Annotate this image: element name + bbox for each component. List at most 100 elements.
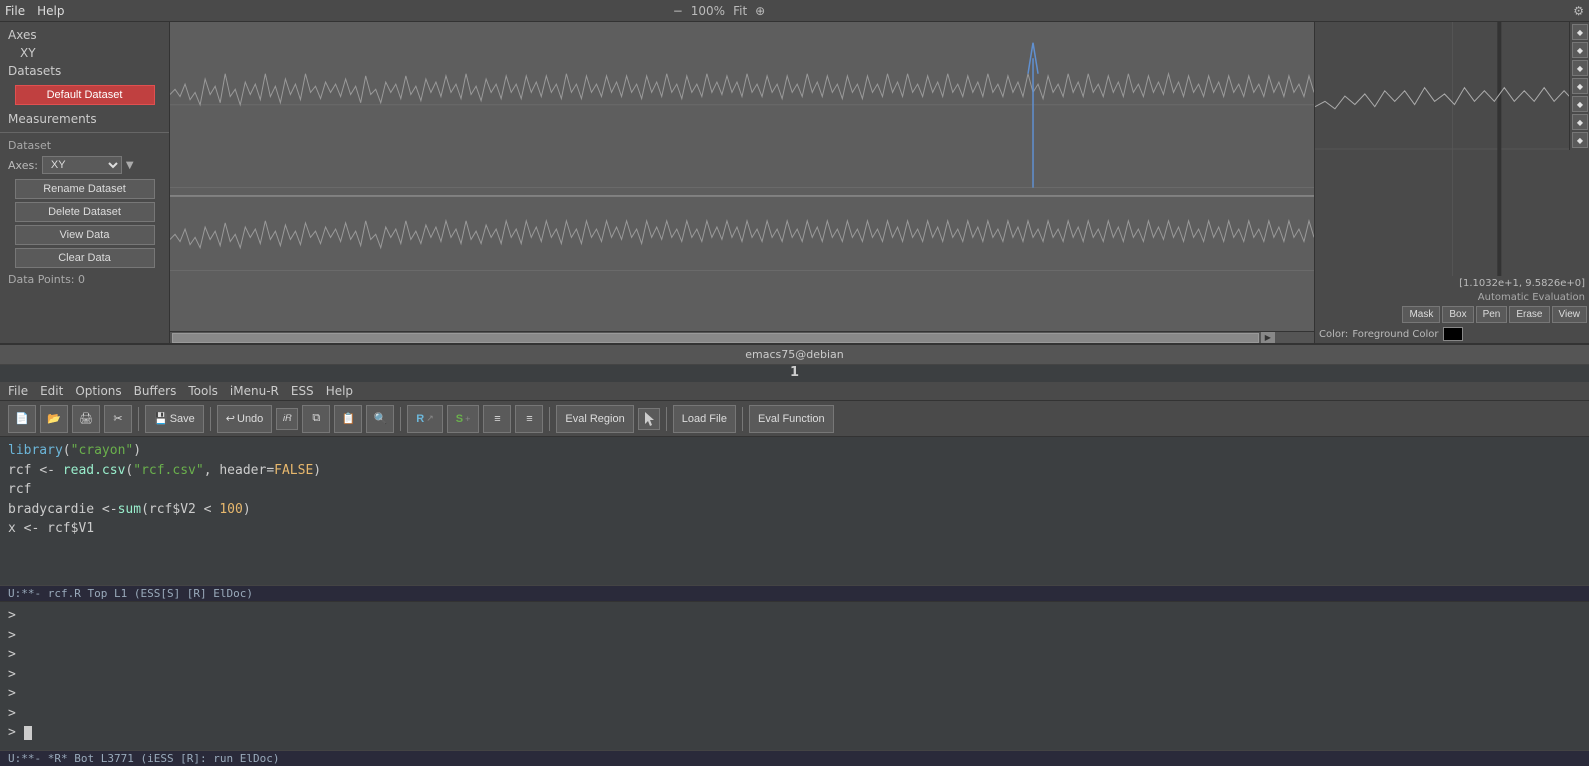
- tb-eval-region-btn[interactable]: Eval Region: [556, 405, 633, 433]
- right-btn-3[interactable]: ◆: [1572, 60, 1588, 76]
- tb-open-btn[interactable]: 📂: [40, 405, 68, 433]
- axes-select[interactable]: XY: [42, 156, 122, 174]
- emacs-editor[interactable]: library("crayon") rcf <- read.csv("rcf.c…: [0, 437, 1589, 585]
- console-prompt-6: >: [8, 704, 1581, 724]
- console-prompt-4: >: [8, 665, 1581, 685]
- save-icon: 💾: [154, 412, 168, 425]
- chart-svg: [170, 22, 1314, 343]
- emacs-toolbar: 📄 📂 🖨 ✂ 💾 Save ↩ Undo 𝑖𝑅 ⧉ 📋 🔍 R ↗ S + ≡…: [0, 401, 1589, 437]
- code-line-3: rcf: [8, 480, 1581, 500]
- tb-separator-1: [138, 407, 139, 431]
- right-btn-7[interactable]: ◆: [1572, 132, 1588, 148]
- emacs-menu-tools[interactable]: Tools: [188, 384, 218, 398]
- tb-paste-btn[interactable]: 📋: [334, 405, 362, 433]
- xy-label[interactable]: XY: [0, 44, 169, 62]
- tb-separator-3: [400, 407, 401, 431]
- zoom-fit[interactable]: Fit: [733, 4, 747, 18]
- chart-horizontal-scrollbar[interactable]: ▶: [170, 331, 1314, 343]
- emacs-menu-file[interactable]: File: [8, 384, 28, 398]
- console-last-prompt: >: [8, 723, 1581, 743]
- default-dataset-btn[interactable]: Default Dataset: [15, 85, 155, 105]
- clear-data-btn[interactable]: Clear Data: [15, 248, 155, 268]
- axes-row: Axes: XY ▼: [0, 154, 169, 176]
- right-btn-5[interactable]: ◆: [1572, 96, 1588, 112]
- tb-separator-4: [549, 407, 550, 431]
- measurements-label: Measurements: [0, 110, 169, 128]
- text-cursor: [24, 726, 32, 740]
- tb-cursor-icon: [638, 408, 660, 430]
- emacs-mode-line-bottom: U:**- *R* Bot L3771 (iESS [R]: run ElDoc…: [0, 750, 1589, 766]
- emacs-menu-edit[interactable]: Edit: [40, 384, 63, 398]
- emacs-title-bar: emacs75@debian: [0, 345, 1589, 365]
- rename-dataset-btn[interactable]: Rename Dataset: [15, 179, 155, 199]
- zoom-minus[interactable]: −: [673, 4, 683, 18]
- emacs-menu-ess[interactable]: ESS: [291, 384, 314, 398]
- tb-align2-btn[interactable]: ≡: [515, 405, 543, 433]
- console-prompt-3: >: [8, 645, 1581, 665]
- emacs-menu-help[interactable]: Help: [326, 384, 353, 398]
- tb-undo-btn[interactable]: ↩ Undo: [217, 405, 273, 433]
- zoom-level: 100%: [691, 4, 725, 18]
- settings-icon[interactable]: ⚙: [1573, 4, 1584, 18]
- r-icon: R: [416, 413, 424, 425]
- right-btn-1[interactable]: ◆: [1572, 24, 1588, 40]
- datasets-label: Datasets: [0, 62, 169, 80]
- annotation-label: Automatic Evaluation: [1315, 291, 1589, 304]
- console-prompt-5: >: [8, 684, 1581, 704]
- color-swatch[interactable]: [1443, 327, 1463, 341]
- box-btn[interactable]: Box: [1442, 306, 1473, 323]
- menu-file[interactable]: File: [5, 4, 25, 18]
- undo-icon: ↩: [226, 412, 235, 425]
- tb-cut-btn[interactable]: ✂: [104, 405, 132, 433]
- tb-separator-6: [742, 407, 743, 431]
- code-line-1: library("crayon"): [8, 441, 1581, 461]
- coords-display: [1.1032e+1, 9.5826e+0]: [1315, 276, 1589, 291]
- data-points-label: Data Points: 0: [0, 271, 169, 288]
- console-prompt-1: >: [8, 606, 1581, 626]
- tb-separator-2: [210, 407, 211, 431]
- tb-new-btn[interactable]: 📄: [8, 405, 36, 433]
- axes-dropdown-icon: ▼: [126, 160, 134, 171]
- emacs-menu-imenu-r[interactable]: iMenu-R: [230, 384, 279, 398]
- foreground-color-label: Foreground Color: [1352, 329, 1438, 340]
- left-panel: Axes XY Datasets Default Dataset Measure…: [0, 22, 170, 343]
- emacs-menu-buffers[interactable]: Buffers: [134, 384, 177, 398]
- tb-search-btn[interactable]: 🔍: [366, 405, 394, 433]
- tb-print-btn[interactable]: 🖨: [72, 405, 100, 433]
- pen-btn[interactable]: Pen: [1476, 306, 1508, 323]
- erase-btn[interactable]: Erase: [1509, 306, 1549, 323]
- code-line-5: x <- rcf$V1: [8, 519, 1581, 539]
- tb-load-file-btn[interactable]: Load File: [673, 405, 736, 433]
- emacs-mode-line-top: U:**- rcf.R Top L1 (ESS[S] [R] ElDoc): [0, 585, 1589, 602]
- emacs-console[interactable]: > > > > > > >: [0, 602, 1589, 750]
- tb-r-btn[interactable]: R ↗: [407, 405, 443, 433]
- right-btn-6[interactable]: ◆: [1572, 114, 1588, 130]
- right-chart-svg: [1315, 22, 1589, 276]
- tb-align-btn[interactable]: ≡: [483, 405, 511, 433]
- tb-copy-btn[interactable]: ⧉: [302, 405, 330, 433]
- emacs-title: emacs75@debian: [745, 348, 844, 361]
- view-data-btn[interactable]: View Data: [15, 225, 155, 245]
- right-mini-chart: ◆ ◆ ◆ ◆ ◆ ◆ ◆: [1315, 22, 1589, 276]
- color-row: Color: Foreground Color: [1315, 325, 1589, 343]
- axes-select-label: Axes:: [8, 159, 38, 172]
- right-btn-4[interactable]: ◆: [1572, 78, 1588, 94]
- mask-btn[interactable]: Mask: [1402, 306, 1440, 323]
- emacs-section: emacs75@debian 1 File Edit Options Buffe…: [0, 345, 1589, 766]
- tb-save-btn[interactable]: 💾 Save: [145, 405, 204, 433]
- menu-help[interactable]: Help: [37, 4, 64, 18]
- zoom-target-icon[interactable]: ⊕: [755, 4, 765, 18]
- scrollbar-thumb[interactable]: [172, 333, 1259, 343]
- delete-dataset-btn[interactable]: Delete Dataset: [15, 202, 155, 222]
- emacs-menu-options[interactable]: Options: [75, 384, 121, 398]
- tb-iess-btn[interactable]: 𝑖𝑅: [276, 408, 298, 430]
- view-btn[interactable]: View: [1552, 306, 1588, 323]
- scrollbar-right-arrow[interactable]: ▶: [1261, 332, 1275, 344]
- dataset-section-label: Dataset: [0, 137, 169, 154]
- tb-eval-function-btn[interactable]: Eval Function: [749, 405, 834, 433]
- tb-s-btn[interactable]: S +: [447, 405, 480, 433]
- s-icon: S: [456, 413, 463, 425]
- right-panel: ◆ ◆ ◆ ◆ ◆ ◆ ◆ [1.1032e+1, 9.5826e+0] Aut…: [1314, 22, 1589, 343]
- right-btn-2[interactable]: ◆: [1572, 42, 1588, 58]
- panel-separator-1: [0, 132, 169, 133]
